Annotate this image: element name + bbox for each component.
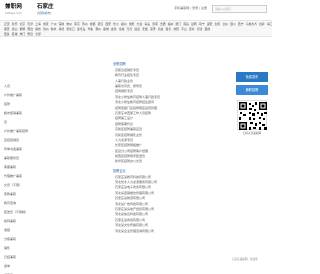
city-link[interactable]: 行唐 xyxy=(197,27,203,32)
left-list-item[interactable]: 招聘 xyxy=(4,102,10,106)
right-sidebar: 免费发布 兼职招聘 扫码关注兼职网 xyxy=(236,72,270,136)
left-list-item[interactable]: 代理推广兼职 xyxy=(4,174,22,178)
left-list-item[interactable]: 兼职服务员 xyxy=(4,156,19,160)
city-link[interactable]: 无极 xyxy=(142,27,148,32)
city-link[interactable]: 太原 xyxy=(215,22,221,27)
city-link[interactable]: 海口 xyxy=(267,22,272,27)
fulltime-section: 全职招聘 高薪急招销售专员教育行业招生专员人事行政主管兼职访问员、督导员招聘销售… xyxy=(113,62,235,165)
switch-city-link[interactable]: [切换城市] xyxy=(37,11,51,15)
left-list-item[interactable]: 户外推广兼职 xyxy=(4,93,22,97)
left-list-item[interactable]: 客服兼职 xyxy=(4,165,16,169)
city-link[interactable]: 乌鲁木齐 xyxy=(246,22,257,27)
qr-caption: 扫码关注兼职网 xyxy=(242,132,262,135)
city-link[interactable]: 井陉 xyxy=(173,27,179,32)
left-list-item[interactable]: 销售 xyxy=(4,246,10,250)
city-link[interactable]: 其他 xyxy=(205,27,211,32)
left-list-item[interactable]: 文员（不限） xyxy=(4,183,22,187)
city-link[interactable]: 全部 xyxy=(35,32,41,36)
city-link[interactable]: 高邑 xyxy=(158,27,164,32)
city-link[interactable]: 辛集 xyxy=(88,27,94,32)
city-link[interactable]: 栾城 xyxy=(119,27,125,32)
left-list-item[interactable]: 发单 xyxy=(4,264,10,268)
left-list-item[interactable]: 直招促销员 xyxy=(4,138,19,142)
left-list-item[interactable]: 教育咨询 xyxy=(4,201,16,205)
city-link[interactable]: 兰州 xyxy=(222,22,228,27)
promo-text: 石家庄兼职网 · 欢迎您 xyxy=(232,258,258,261)
left-list-item[interactable]: 户外推广兼职招聘 xyxy=(4,129,28,133)
left-list-item[interactable]: 员 xyxy=(4,120,7,124)
city-link[interactable]: 平山 xyxy=(181,27,187,32)
main-listing: 全职招聘 高薪急招销售专员教育行业招生专员人事行政主管兼职访问员、督导员招聘销售… xyxy=(113,62,235,274)
city-link[interactable]: 藁城 xyxy=(103,27,109,32)
city-link[interactable]: 拉萨 xyxy=(259,22,265,27)
top-links[interactable]: 手机兼职网 | 登录 | 注册 xyxy=(174,6,207,10)
free-post-button[interactable]: 免费发布 xyxy=(236,72,268,82)
site-header: 兼职网 195pp.com 石家庄 [切换城市] 手机兼职网 | 登录 | 注册… xyxy=(0,0,272,20)
section-title[interactable]: 全职招聘 xyxy=(113,62,235,66)
city-link[interactable]: 承德 xyxy=(59,27,65,32)
left-job-categories: 人员 户外推广兼职 招聘 超市促销兼职员户外推广兼职招聘 直招促销员 传单派发兼职 兼职服务… xyxy=(0,40,112,274)
city-link[interactable]: 赵县 xyxy=(134,27,140,32)
city-nav-bar: 正定 新乐 北京 天津 上海 重庆 广州 深圳 杭州 南京 苏州 成都 武汉 西安 长沙 郑州 沈阳 大连 青岛 济南… xyxy=(0,20,272,37)
city-row-3: 更多 区域 热门 附近 全部 xyxy=(4,32,43,36)
city-link[interactable]: 附近 xyxy=(27,32,33,36)
company-listing-item[interactable]: 河北某企业管理咨询有限公司 xyxy=(113,229,235,234)
city-link[interactable]: 晋州 xyxy=(95,27,101,32)
left-list-item[interactable]: 日结兼职 xyxy=(4,255,16,259)
city-link[interactable]: 秦皇岛 xyxy=(77,27,85,32)
city-link[interactable]: 张家口 xyxy=(66,27,74,32)
qr-code-icon xyxy=(237,100,267,130)
city-link[interactable]: 沧州 xyxy=(43,27,49,32)
job-listing-item[interactable]: 新华区招聘办公文员 xyxy=(113,159,235,164)
left-list-item[interactable]: 人员 xyxy=(4,84,10,88)
city-link[interactable]: 衡水 xyxy=(51,27,57,32)
city-link[interactable]: 赞皇 xyxy=(166,27,172,32)
search-input[interactable]: 请输入关键词 xyxy=(212,5,267,13)
left-list-item[interactable]: 模特兼职 xyxy=(4,219,16,223)
city-link[interactable]: 热门 xyxy=(20,32,26,36)
qr-code-graphic xyxy=(239,102,267,130)
city-link[interactable]: 鹿泉 xyxy=(111,27,117,32)
city-link[interactable]: 元氏 xyxy=(127,27,133,32)
left-list-item[interactable]: 超市促销兼职 xyxy=(4,111,22,115)
left-list-item[interactable]: 收银 xyxy=(4,228,10,232)
section-title[interactable]: 招聘企业 xyxy=(113,169,235,173)
company-section: 招聘企业 石家庄某教育科技有限公司河北优才人力资源服务有限公司石家庄某电子商务有… xyxy=(113,169,235,234)
left-list-item[interactable]: 传单派发兼职 xyxy=(4,147,22,151)
parttime-recruit-button[interactable]: 兼职招聘 xyxy=(236,85,268,95)
site-domain: 195pp.com xyxy=(5,11,22,15)
city-link[interactable]: 深泽 xyxy=(150,27,156,32)
city-link[interactable]: 更多 xyxy=(4,32,10,36)
left-list-item[interactable]: 分拣兼职 xyxy=(4,237,16,241)
left-list-item[interactable]: 家教兼职 xyxy=(4,192,16,196)
left-list-item[interactable]: 配送员（不限制） xyxy=(4,210,28,214)
city-link[interactable]: 灵寿 xyxy=(189,27,195,32)
city-link[interactable]: 银川 xyxy=(230,22,236,27)
city-link[interactable]: 区域 xyxy=(12,32,18,36)
city-link[interactable]: 西宁 xyxy=(238,22,244,27)
